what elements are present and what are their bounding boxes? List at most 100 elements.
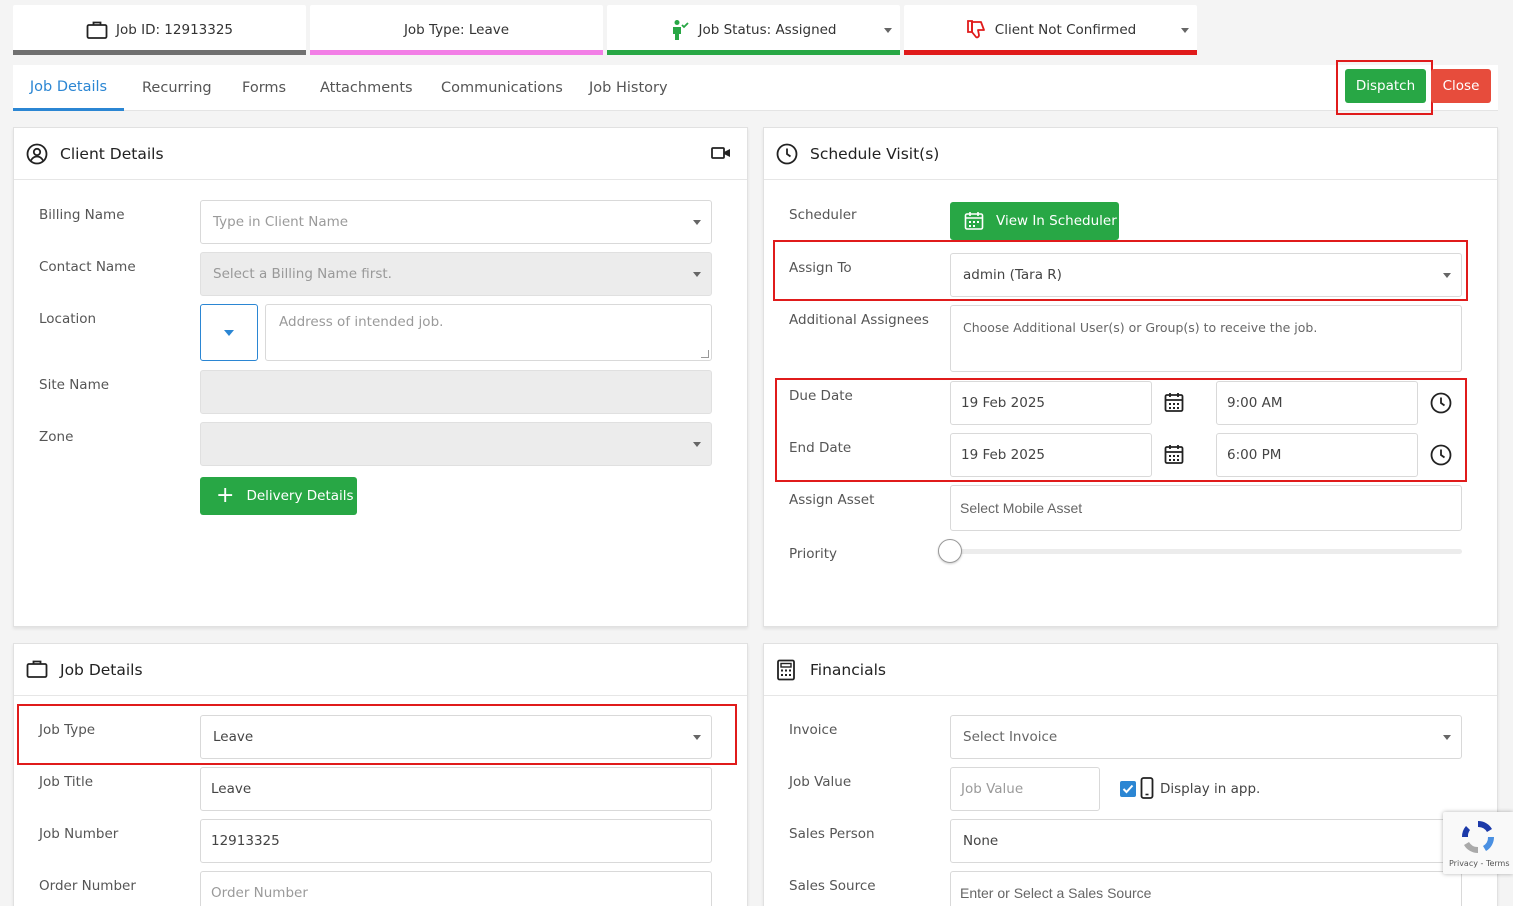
scheduler-label: Scheduler [789,207,857,223]
chevron-down-icon [693,442,701,447]
contact-name-placeholder: Select a Billing Name first. [213,266,392,282]
briefcase-icon [86,20,108,40]
assign-asset-placeholder: Select Mobile Asset [960,500,1083,516]
additional-assignees-placeholder: Choose Additional User(s) or Group(s) to… [963,320,1318,335]
additional-assignees-label: Additional Assignees [789,312,929,328]
sales-person-select[interactable]: None [950,819,1462,863]
tab-label: Job History [589,80,668,96]
display-in-app-checkbox[interactable] [1120,781,1136,797]
tab-bar: Job Details Recurring Forms Attachments … [13,65,1498,111]
job-type-bar [310,50,603,55]
billing-name-placeholder: Type in Client Name [213,214,349,230]
chevron-down-icon [224,329,234,336]
tab-job-history[interactable]: Job History [589,65,668,111]
invoice-select[interactable]: Select Invoice [950,715,1462,759]
recaptcha-badge[interactable]: Privacy - Terms [1443,812,1513,874]
sales-source-label: Sales Source [789,878,876,894]
tab-communications[interactable]: Communications [441,65,563,111]
job-title-input[interactable]: Leave [200,767,712,811]
job-id-bar [13,50,306,55]
order-number-input[interactable]: Order Number [200,871,712,906]
delivery-details-label: Delivery Details [246,488,354,504]
location-dropdown-button[interactable] [200,304,258,361]
thumbs-down-icon [965,19,987,41]
sales-source-input[interactable]: Enter or Select a Sales Source [950,871,1462,906]
view-in-scheduler-button[interactable]: View In Scheduler [950,202,1119,240]
schedule-title: Schedule Visit(s) [810,144,940,163]
close-button[interactable]: Close [1431,69,1491,103]
job-status-card[interactable]: Job Status: Assigned [607,5,900,55]
calculator-icon [776,659,798,681]
site-name-label: Site Name [39,377,110,393]
invoice-label: Invoice [789,722,838,738]
sales-person-label: Sales Person [789,826,875,842]
job-id-text: Job ID: 12913325 [115,22,234,38]
job-title-value: Leave [211,781,252,797]
highlight-job-type [17,704,737,765]
tab-label: Communications [441,80,563,96]
billing-name-select[interactable]: Type in Client Name [200,200,712,244]
view-in-scheduler-label: View In Scheduler [996,213,1117,229]
briefcase-icon [26,659,48,681]
delivery-details-button[interactable]: + Delivery Details [200,477,357,515]
calendar-icon [964,211,984,231]
tab-label: Recurring [142,80,212,96]
job-details-title: Job Details [60,660,143,679]
order-number-label: Order Number [39,878,136,894]
tab-label: Attachments [320,80,413,96]
client-details-panel: Client Details Billing Name Type in Clie… [13,127,748,627]
contact-name-select[interactable]: Select a Billing Name first. [200,252,712,296]
schedule-panel: Schedule Visit(s) Scheduler View In Sche… [763,127,1498,627]
site-name-field[interactable] [200,370,712,414]
mobile-phone-icon [1140,777,1154,803]
video-icon[interactable] [711,146,731,160]
financials-panel: Financials Invoice Select Invoice Job Va… [763,643,1498,906]
user-circle-icon [26,143,48,165]
display-in-app-label: Display in app. [1160,781,1261,797]
billing-name-label: Billing Name [39,207,125,223]
highlight-assign-to [773,240,1468,301]
tab-attachments[interactable]: Attachments [320,65,413,111]
job-type-card: Job Type: Leave [310,5,603,55]
client-confirm-bar [904,50,1197,55]
recaptcha-logo-icon [1459,818,1497,860]
chevron-down-icon [693,272,701,277]
clock-icon [776,143,798,165]
job-details-panel: Job Details Job Type Leave Job Title Lea… [13,643,748,906]
invoice-placeholder: Select Invoice [963,729,1058,745]
client-confirm-card[interactable]: Client Not Confirmed [904,5,1197,55]
job-number-value: 12913325 [211,833,280,849]
priority-slider-track[interactable] [950,549,1462,554]
tab-label: Job Details [29,78,108,95]
tab-recurring[interactable]: Recurring [142,65,212,111]
chevron-down-icon [1443,735,1451,740]
recaptcha-text[interactable]: Privacy - Terms [1449,859,1510,868]
chevron-down-icon [693,220,701,225]
location-placeholder: Address of intended job. [279,314,444,330]
job-details-header: Job Details [14,644,747,696]
tab-label: Forms [242,80,287,96]
financials-header: Financials [764,644,1497,696]
job-type-text: Job Type: Leave [403,22,510,38]
resize-handle-icon[interactable] [701,350,709,358]
highlight-dispatch [1336,60,1433,115]
zone-select[interactable] [200,422,712,466]
schedule-header: Schedule Visit(s) [764,128,1497,180]
job-value-placeholder: Job Value [961,781,1024,797]
job-id-card: Job ID: 12913325 [13,5,306,55]
client-confirm-text: Client Not Confirmed [994,22,1137,38]
assign-asset-input[interactable]: Select Mobile Asset [950,485,1462,531]
priority-slider-handle[interactable] [938,539,962,563]
assign-asset-label: Assign Asset [789,492,875,508]
job-number-input[interactable]: 12913325 [200,819,712,863]
order-number-placeholder: Order Number [211,885,308,901]
job-value-input[interactable]: Job Value [950,767,1100,811]
tab-job-details[interactable]: Job Details [13,65,124,111]
additional-assignees-field[interactable]: Choose Additional User(s) or Group(s) to… [950,305,1462,372]
sales-person-value: None [963,833,999,849]
job-value-label: Job Value [789,774,852,790]
contact-name-label: Contact Name [39,259,136,275]
tab-forms[interactable]: Forms [242,65,286,111]
chevron-down-icon [1181,28,1189,33]
location-textarea[interactable]: Address of intended job. [265,304,712,361]
